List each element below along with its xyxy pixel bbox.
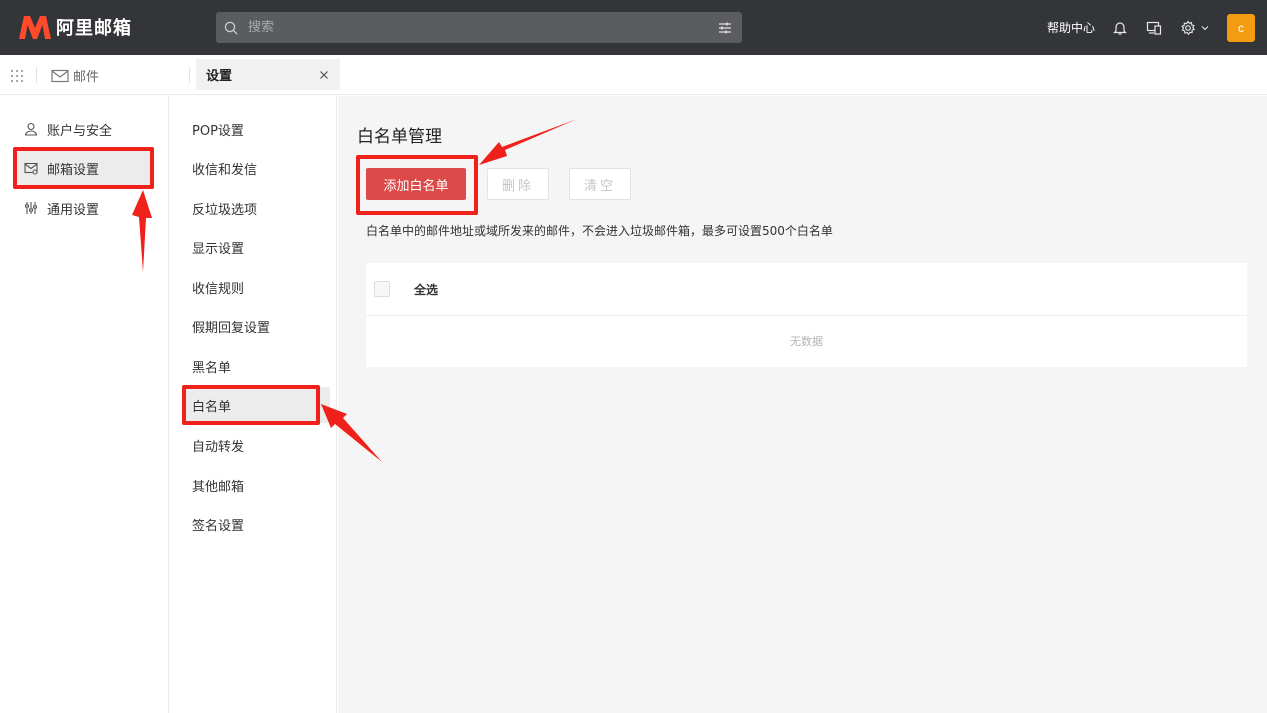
- envelope-icon: [51, 69, 69, 83]
- header-actions: 帮助中心 c: [1047, 0, 1255, 55]
- submenu-item-rules[interactable]: 收信规则: [192, 276, 244, 298]
- tab-mail[interactable]: 邮件: [51, 66, 99, 85]
- user-icon: [24, 122, 38, 136]
- search-bar[interactable]: [216, 12, 742, 43]
- sidebar-item-label: 通用设置: [47, 202, 100, 218]
- submenu-item-signature[interactable]: 签名设置: [192, 513, 244, 535]
- top-header: 阿里邮箱 帮助中心 c: [0, 0, 1267, 55]
- whitelist-panel: 白名单管理 添加白名单 删除 清空 白名单中的邮件地址或域所发来的邮件，不会进入…: [338, 96, 1267, 713]
- submenu-item-anti-spam[interactable]: 反垃圾选项: [192, 197, 257, 219]
- close-icon[interactable]: [318, 69, 330, 81]
- select-all-checkbox[interactable]: [374, 281, 390, 297]
- settings-menu[interactable]: [1179, 19, 1209, 37]
- chevron-down-icon: [1201, 24, 1209, 32]
- search-icon: [224, 20, 240, 36]
- divider: [36, 67, 37, 83]
- tab-settings-label: 设置: [206, 69, 233, 84]
- sliders-icon: [24, 201, 38, 215]
- help-center-link[interactable]: 帮助中心: [1047, 19, 1095, 36]
- divider: [189, 67, 190, 83]
- whitelist-description: 白名单中的邮件地址或域所发来的邮件，不会进入垃圾邮件箱，最多可设置500个白名单: [366, 224, 833, 238]
- mailbox-settings-icon: [24, 161, 38, 175]
- whitelist-table: 全选 无数据: [366, 263, 1247, 367]
- logo-text: 阿里邮箱: [56, 18, 132, 39]
- bell-icon[interactable]: [1111, 19, 1129, 37]
- sidebar-item-label: 账户与安全: [47, 123, 113, 139]
- clear-button[interactable]: 清空: [569, 168, 631, 200]
- search-input[interactable]: [248, 20, 718, 35]
- tab-bar: 邮件: [0, 55, 1267, 95]
- apps-grid-icon[interactable]: [10, 68, 24, 82]
- app-logo[interactable]: 阿里邮箱: [18, 14, 132, 40]
- submenu-item-blacklist[interactable]: 黑名单: [192, 355, 231, 377]
- sidebar-item-mailbox-settings[interactable]: 邮箱设置: [14, 149, 152, 187]
- tab-mail-label: 邮件: [73, 70, 100, 85]
- submenu-item-whitelist[interactable]: 白名单: [184, 387, 330, 423]
- tab-settings[interactable]: 设置: [196, 59, 340, 90]
- submenu-item-display[interactable]: 显示设置: [192, 236, 244, 258]
- sidebar-item-general-settings[interactable]: 通用设置: [24, 198, 99, 218]
- table-header: 全选: [366, 263, 1247, 316]
- submenu-item-other-mailboxes[interactable]: 其他邮箱: [192, 474, 244, 496]
- submenu-item-vacation-reply[interactable]: 假期回复设置: [192, 315, 270, 337]
- empty-state: 无数据: [790, 335, 823, 348]
- gear-icon: [1179, 19, 1197, 37]
- select-all-label: 全选: [414, 282, 439, 297]
- logo-m-icon: [19, 16, 51, 39]
- search-filter-icon[interactable]: [718, 20, 734, 36]
- mailbox-settings-menu: POP设置 收信和发信 反垃圾选项 显示设置 收信规则 假期回复设置 黑名单 白…: [170, 96, 337, 713]
- submenu-item-send-receive[interactable]: 收信和发信: [192, 157, 257, 179]
- delete-button[interactable]: 删除: [487, 168, 549, 200]
- devices-icon[interactable]: [1145, 19, 1163, 37]
- page-title: 白名单管理: [357, 127, 442, 147]
- submenu-item-pop[interactable]: POP设置: [192, 118, 244, 140]
- sidebar-item-account-security[interactable]: 账户与安全: [24, 119, 112, 139]
- user-avatar[interactable]: c: [1227, 13, 1255, 42]
- settings-sidebar: 账户与安全 邮箱设置 通用设置: [0, 96, 169, 713]
- add-whitelist-button[interactable]: 添加白名单: [366, 168, 466, 200]
- submenu-item-auto-forward[interactable]: 自动转发: [192, 434, 244, 456]
- sidebar-item-label: 邮箱设置: [47, 162, 100, 178]
